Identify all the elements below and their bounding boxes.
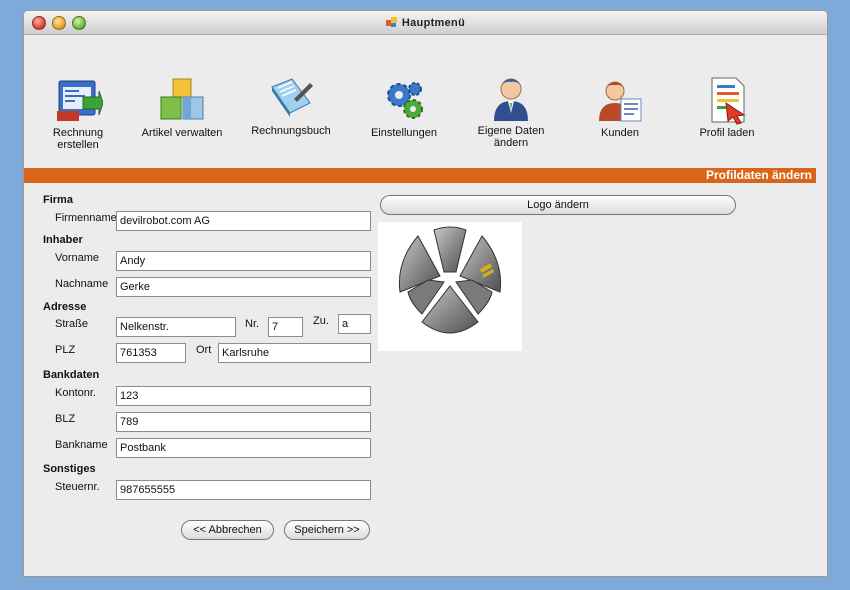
- section-sonstiges: Sonstiges: [43, 463, 96, 475]
- company-logo: [378, 222, 522, 351]
- title-bar: Hauptmenü: [24, 11, 827, 35]
- bankname-field[interactable]: Postbank: [116, 438, 371, 458]
- kontonr-label: Kontonr.: [55, 387, 96, 399]
- strasse-field[interactable]: Nelkenstr.: [116, 317, 236, 337]
- profile-document-icon: [711, 77, 746, 125]
- nr-field[interactable]: 7: [268, 317, 303, 337]
- toolbar-label: Artikel verwalten: [141, 127, 223, 139]
- company-logo-image: [398, 226, 502, 334]
- toolbar-eigene-daten-aendern[interactable]: Eigene Daten ändern: [468, 73, 554, 149]
- vorname-field[interactable]: Andy: [116, 251, 371, 271]
- ort-label: Ort: [196, 344, 212, 356]
- toolbar-label: Profil laden: [699, 127, 755, 139]
- toolbar-label: Rechnungsbuch: [251, 125, 331, 137]
- ort-field[interactable]: Karlsruhe: [218, 343, 371, 363]
- customer-icon: [599, 81, 642, 122]
- window-title: Hauptmenü: [401, 17, 466, 29]
- main-window: Hauptmenü Rechnung erstellen Artikel ver…: [23, 10, 828, 577]
- toolbar-label: Eigene Daten ändern: [477, 125, 545, 149]
- bankname-label: Bankname: [55, 439, 108, 451]
- steuernr-label: Steuernr.: [55, 481, 100, 493]
- toolbar-einstellungen[interactable]: Einstellungen: [364, 75, 444, 139]
- blz-field[interactable]: 789: [116, 412, 371, 432]
- toolbar: Rechnung erstellen Artikel verwalten Rec…: [24, 35, 827, 167]
- gears-icon: [387, 82, 423, 119]
- kontonr-field[interactable]: 123: [116, 386, 371, 406]
- save-button[interactable]: Speichern >>: [284, 520, 370, 540]
- plz-label: PLZ: [55, 344, 76, 356]
- section-adresse: Adresse: [43, 301, 87, 313]
- toolbar-label: Kunden: [601, 127, 639, 139]
- zusatz-field[interactable]: a: [338, 314, 371, 334]
- nachname-label: Nachname: [55, 278, 109, 290]
- blz-label: BLZ: [55, 413, 76, 425]
- user-icon: [494, 78, 528, 121]
- window-title-area: Hauptmenü: [24, 16, 827, 29]
- toolbar-label: Rechnung erstellen: [52, 127, 104, 151]
- section-bankdaten: Bankdaten: [43, 369, 100, 381]
- change-logo-button[interactable]: Logo ändern: [380, 195, 736, 215]
- steuernr-field[interactable]: 987655555: [116, 480, 371, 500]
- toolbar-profil-laden[interactable]: Profil laden: [692, 75, 762, 139]
- firmenname-label: Firmenname: [55, 212, 117, 224]
- toolbar-rechnung-erstellen[interactable]: Rechnung erstellen: [44, 75, 112, 151]
- section-banner: Profildaten ändern: [24, 168, 816, 183]
- vorname-label: Vorname: [55, 252, 100, 264]
- toolbar-kunden[interactable]: Kunden: [590, 75, 650, 139]
- firmenname-field[interactable]: devilrobot.com AG: [116, 211, 371, 231]
- toolbar-rechnungsbuch[interactable]: Rechnungsbuch: [249, 73, 333, 137]
- strasse-label: Straße: [55, 318, 89, 330]
- boxes-icon: [160, 78, 204, 120]
- cancel-button[interactable]: << Abbrechen: [181, 520, 274, 540]
- invoice-create-icon: [57, 80, 103, 121]
- banner-title: Profildaten ändern: [705, 168, 812, 182]
- plz-field[interactable]: 761353: [116, 343, 186, 363]
- toolbar-label: Einstellungen: [370, 127, 438, 139]
- app-icon: [385, 17, 397, 27]
- book-icon: [271, 78, 313, 117]
- nr-label: Nr.: [245, 318, 260, 330]
- section-inhaber: Inhaber: [43, 234, 83, 246]
- toolbar-artikel-verwalten[interactable]: Artikel verwalten: [137, 75, 227, 139]
- nachname-field[interactable]: Gerke: [116, 277, 371, 297]
- section-firma: Firma: [43, 194, 73, 206]
- zusatz-label: Zu.: [313, 315, 329, 327]
